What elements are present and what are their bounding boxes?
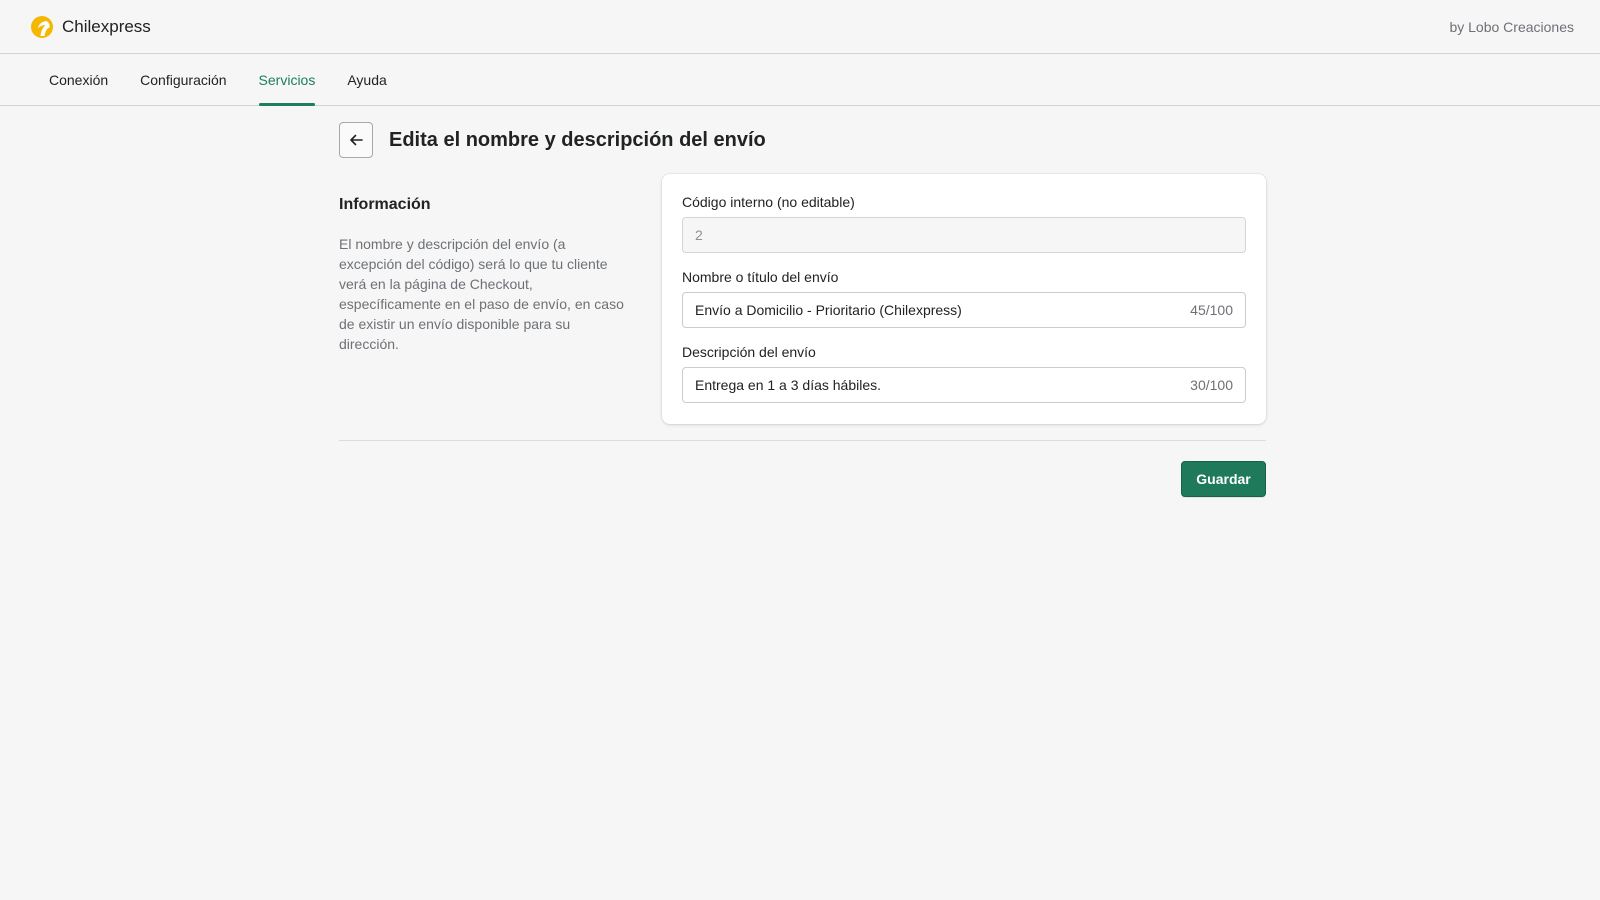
tab-ayuda[interactable]: Ayuda xyxy=(331,54,402,105)
info-description: El nombre y descripción del envío (a exc… xyxy=(339,236,624,352)
description-input-wrapper: 30/100 xyxy=(682,367,1246,403)
code-input-wrapper xyxy=(682,217,1246,253)
description-label: Descripción del envío xyxy=(682,344,816,360)
page-header: Edita el nombre y descripción del envío xyxy=(339,122,766,158)
brand-name: Chilexpress xyxy=(62,16,151,36)
tab-bar: Conexión Configuración Servicios Ayuda xyxy=(0,54,1600,106)
name-label: Nombre o título del envío xyxy=(682,269,839,285)
page-title: Edita el nombre y descripción del envío xyxy=(389,128,766,151)
name-input[interactable] xyxy=(695,302,1183,318)
info-section: Información El nombre y descripción del … xyxy=(339,196,629,354)
back-button[interactable] xyxy=(339,122,373,158)
description-char-counter: 30/100 xyxy=(1190,377,1233,393)
info-title: Información xyxy=(339,196,431,213)
name-char-counter: 45/100 xyxy=(1190,302,1233,318)
code-field: Código interno (no editable) xyxy=(682,194,1246,253)
chilexpress-logo-icon xyxy=(31,15,53,38)
code-label: Código interno (no editable) xyxy=(682,194,855,210)
brand[interactable]: Chilexpress xyxy=(30,15,151,39)
name-field: Nombre o título del envío 45/100 xyxy=(682,269,1246,328)
arrow-left-icon xyxy=(350,134,363,146)
tab-conexion[interactable]: Conexión xyxy=(33,54,124,105)
tab-servicios[interactable]: Servicios xyxy=(243,54,332,106)
byline: by Lobo Creaciones xyxy=(1449,18,1574,35)
name-input-wrapper: 45/100 xyxy=(682,292,1246,328)
save-button[interactable]: Guardar xyxy=(1181,461,1266,497)
top-bar: Chilexpress by Lobo Creaciones xyxy=(0,0,1600,54)
description-input[interactable] xyxy=(695,377,1183,393)
code-input xyxy=(695,227,1233,243)
divider xyxy=(339,440,1266,441)
form-card: Código interno (no editable) Nombre o tí… xyxy=(662,174,1266,424)
tab-configuracion[interactable]: Configuración xyxy=(124,54,242,105)
description-field: Descripción del envío 30/100 xyxy=(682,344,1246,403)
